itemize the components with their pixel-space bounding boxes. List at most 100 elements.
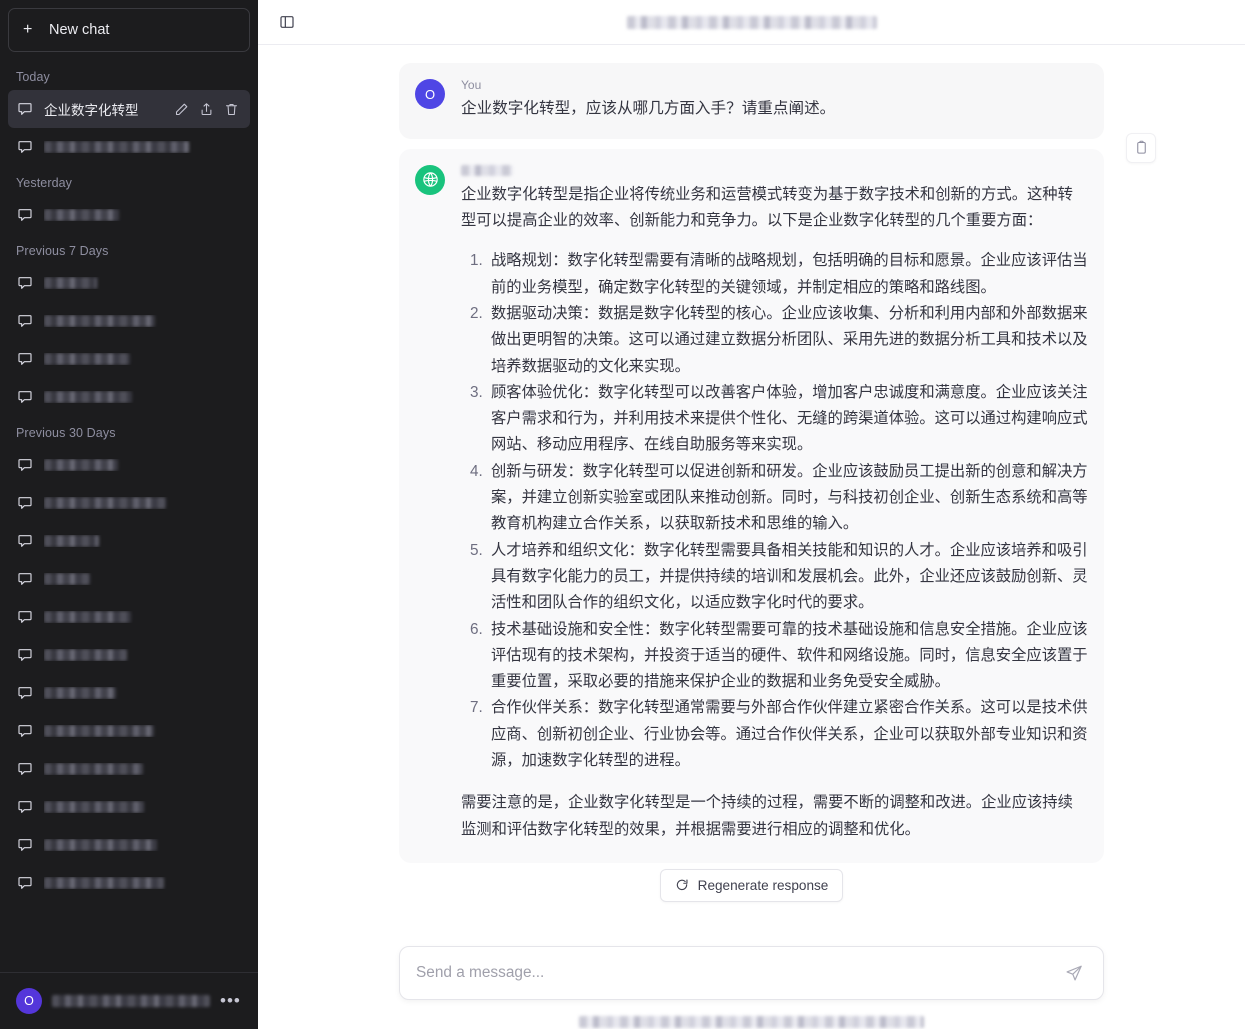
thread-inner: O You 企业数字化转型，应该从哪几方面入手？请重点阐述。 (399, 63, 1104, 902)
pencil-icon[interactable] (171, 99, 191, 119)
chat-title-redacted (44, 459, 241, 471)
user-account-row[interactable]: O ••• (8, 981, 250, 1021)
chat-title-redacted (44, 687, 241, 699)
chat-bubble-icon (17, 761, 33, 777)
redaction-block (44, 763, 143, 775)
chat-history-item[interactable] (8, 788, 250, 826)
chat-history-item[interactable] (8, 636, 250, 674)
chat-history-item[interactable] (8, 446, 250, 484)
chat-history-item[interactable] (8, 712, 250, 750)
chat-history-item[interactable] (8, 560, 250, 598)
chat-title-redacted (44, 277, 241, 289)
chat-title-redacted (44, 649, 241, 661)
chat-history-item[interactable] (8, 522, 250, 560)
chat-history-item[interactable] (8, 598, 250, 636)
avatar: O (16, 988, 42, 1014)
chat-history-item-active[interactable]: 企业数字化转型 (8, 90, 250, 128)
redaction-block (44, 535, 99, 547)
trash-icon[interactable] (221, 99, 241, 119)
chat-bubble-icon (17, 275, 33, 291)
chat-title-redacted (44, 725, 241, 737)
role-label-redacted (461, 163, 513, 178)
chat-title-redacted (44, 209, 241, 221)
role-label: You (461, 77, 1088, 92)
redaction-block (44, 877, 164, 889)
chat-item-actions (171, 99, 241, 119)
chat-title-redacted (44, 535, 241, 547)
message-user: O You 企业数字化转型，应该从哪几方面入手？请重点阐述。 (399, 63, 1104, 139)
redaction-block (461, 165, 513, 176)
regenerate-response-button[interactable]: Regenerate response (660, 869, 844, 902)
clipboard-copy-icon[interactable] (1126, 133, 1156, 163)
page-title (258, 16, 1245, 29)
redaction-block (44, 611, 131, 623)
chat-history-item[interactable] (8, 484, 250, 522)
chat-bubble-icon (17, 389, 33, 405)
redaction-block (44, 725, 154, 737)
redaction-block (44, 277, 97, 289)
section-label-previous-7-days: Previous 7 Days (8, 234, 250, 264)
chat-bubble-icon (17, 351, 33, 367)
share-icon[interactable] (196, 99, 216, 119)
chat-bubble-icon (17, 207, 33, 223)
paragraph: 企业数字化转型，应该从哪几方面入手？请重点阐述。 (461, 96, 1088, 123)
message-input[interactable] (416, 964, 1061, 982)
answer-point: 人才培养和组织文化：数字化转型需要具备相关技能和知识的人才。企业应该培养和吸引具… (487, 538, 1088, 617)
chat-history-item[interactable] (8, 196, 250, 234)
user-name-redacted (52, 995, 210, 1007)
redaction-block (44, 459, 118, 471)
redaction-block (44, 573, 90, 585)
sidebar: + New chat Today企业数字化转型YesterdayPrevious… (0, 0, 258, 1029)
chat-history-list[interactable]: Today企业数字化转型YesterdayPrevious 7 DaysPrev… (0, 56, 258, 972)
redaction-block (44, 353, 130, 365)
send-paper-plane-icon[interactable] (1061, 960, 1087, 986)
chat-bubble-icon (17, 799, 33, 815)
section-label-previous-30-days: Previous 30 Days (8, 416, 250, 446)
chat-history-item[interactable] (8, 264, 250, 302)
chat-title-redacted (44, 573, 241, 585)
chat-history-item[interactable] (8, 378, 250, 416)
redaction-block (44, 391, 132, 403)
answer-point: 顾客体验优化：数字化转型可以改善客户体验，增加客户忠诚度和满意度。企业应该关注客… (487, 380, 1088, 459)
chat-bubble-icon (17, 101, 33, 117)
ellipsis-icon[interactable]: ••• (220, 996, 245, 1006)
composer-area (258, 934, 1245, 1029)
app-root: + New chat Today企业数字化转型YesterdayPrevious… (0, 0, 1245, 1029)
chat-title-redacted (44, 353, 241, 365)
chat-title-redacted (44, 497, 241, 509)
redaction-block (579, 1016, 924, 1028)
chat-title-redacted (44, 391, 241, 403)
chat-history-item[interactable] (8, 674, 250, 712)
message-body: You 企业数字化转型，应该从哪几方面入手？请重点阐述。 (461, 77, 1088, 123)
chat-history-item[interactable] (8, 340, 250, 378)
chat-bubble-icon (17, 723, 33, 739)
regenerate-container: Regenerate response (399, 869, 1104, 902)
chat-history-item[interactable] (8, 864, 250, 902)
chat-title-redacted (44, 763, 241, 775)
chat-bubble-icon (17, 313, 33, 329)
refresh-icon (675, 878, 689, 892)
answer-point: 创新与研发：数字化转型可以促进创新和研发。企业应该鼓励员工提出新的创意和解决方案… (487, 459, 1088, 538)
chat-history-item[interactable] (8, 128, 250, 166)
new-chat-button[interactable]: + New chat (8, 8, 250, 52)
intro-paragraph: 企业数字化转型是指企业将传统业务和运营模式转变为基于数字技术和创新的方式。这种转… (461, 182, 1088, 235)
chat-title-redacted (44, 611, 241, 623)
plus-icon: + (23, 22, 37, 38)
chat-history-item[interactable] (8, 826, 250, 864)
sidebar-panel-icon[interactable] (274, 9, 300, 35)
chat-bubble-icon (17, 685, 33, 701)
redaction-block (44, 315, 155, 327)
redaction-block (627, 16, 877, 29)
chat-title-redacted (44, 141, 241, 153)
chat-history-item[interactable] (8, 750, 250, 788)
redaction-block (44, 649, 127, 661)
chat-bubble-icon (17, 647, 33, 663)
composer[interactable] (399, 946, 1104, 1000)
chat-title-redacted (44, 801, 241, 813)
chat-history-item[interactable] (8, 302, 250, 340)
footer-note-redacted (579, 1016, 924, 1029)
sidebar-footer: O ••• (0, 972, 258, 1029)
new-chat-label: New chat (49, 22, 109, 38)
chat-bubble-icon (17, 837, 33, 853)
openai-logo-icon (415, 165, 445, 195)
